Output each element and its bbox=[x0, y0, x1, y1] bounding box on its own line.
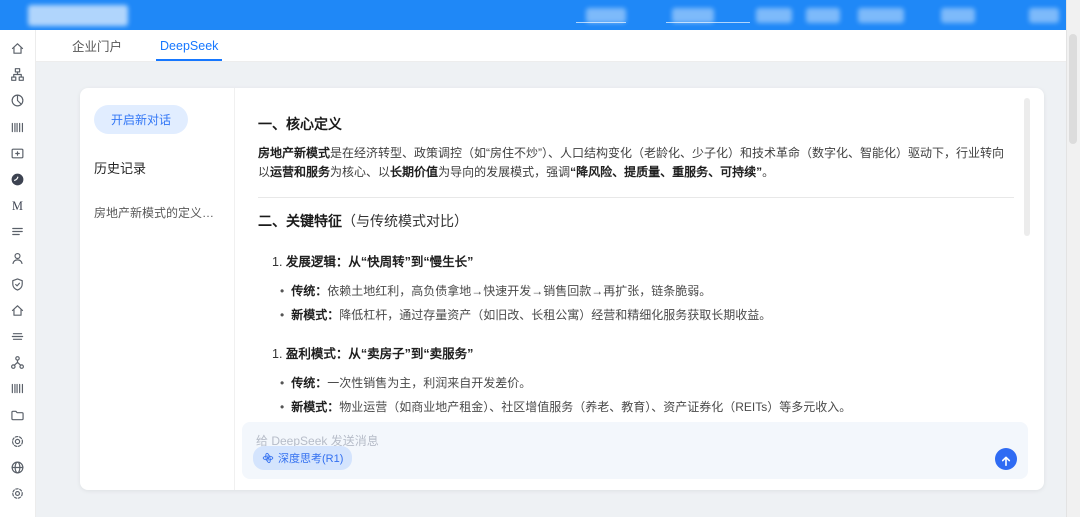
conversation-panel: 开启新对话 历史记录 房地产新模式的定义是什么 bbox=[80, 88, 235, 490]
layers-icon[interactable] bbox=[10, 329, 25, 344]
blurred-nav-item[interactable] bbox=[806, 8, 840, 23]
list-item-title: 1. 发展逻辑：从“快周转”到“慢生长” bbox=[272, 251, 1014, 270]
new-chat-button[interactable]: 开启新对话 bbox=[94, 105, 188, 134]
blurred-nav-item[interactable] bbox=[756, 8, 792, 23]
history-heading: 历史记录 bbox=[94, 158, 220, 177]
history-item[interactable]: 房地产新模式的定义是什么 bbox=[94, 204, 220, 221]
bullet-list: 传统：一次性销售为主，利润来自开发差价。新模式：物业运营（如商业地产租金）、社区… bbox=[280, 375, 1014, 415]
left-icon-rail: M bbox=[0, 30, 36, 517]
deep-think-icon bbox=[262, 452, 274, 464]
letter-m-icon[interactable]: M bbox=[10, 198, 25, 213]
badge-icon[interactable] bbox=[10, 434, 25, 449]
section-heading: 二、关键特征（与传统模式对比） bbox=[258, 211, 1014, 231]
blurred-nav-item[interactable] bbox=[586, 8, 626, 23]
list-item-title: 1. 盈利模式：从“卖房子”到“卖服务” bbox=[272, 343, 1014, 362]
blurred-nav-item[interactable] bbox=[1029, 8, 1059, 23]
logo-circle-icon[interactable] bbox=[10, 172, 25, 187]
folder-icon[interactable] bbox=[10, 408, 25, 423]
blurred-nav-item[interactable] bbox=[941, 8, 975, 23]
bullet-item: 传统：一次性销售为主，利润来自开发差价。 bbox=[280, 375, 1014, 391]
chat-scrollbar[interactable] bbox=[1024, 98, 1030, 236]
bullet-item: 传统：依赖土地红利，高负债拿地→快速开发→销售回款→再扩张，链条脆弱。 bbox=[280, 283, 1014, 299]
blurred-nav-item[interactable] bbox=[858, 8, 904, 23]
gear-icon[interactable] bbox=[10, 486, 25, 501]
tab-enterprise-portal[interactable]: 企业门户 bbox=[68, 30, 126, 61]
deep-think-label: 深度思考(R1) bbox=[278, 450, 343, 466]
section-heading: 一、核心定义 bbox=[258, 114, 1014, 134]
deepseek-chat-card: 开启新对话 历史记录 房地产新模式的定义是什么 一、核心定义房地产新模式是在经济… bbox=[80, 88, 1044, 490]
chat-area: 一、核心定义房地产新模式是在经济转型、政策调控（如“房住不炒”）、人口结构变化（… bbox=[236, 88, 1044, 490]
network-icon[interactable] bbox=[10, 355, 25, 370]
blurred-nav-item[interactable] bbox=[672, 8, 714, 23]
page-scrollbar[interactable] bbox=[1066, 0, 1080, 517]
svg-text:M: M bbox=[12, 199, 23, 213]
answer-paragraph: 房地产新模式是在经济转型、政策调控（如“房住不炒”）、人口结构变化（老龄化、少子… bbox=[258, 144, 1014, 182]
home-icon[interactable] bbox=[10, 41, 25, 56]
pie-chart-icon[interactable] bbox=[10, 93, 25, 108]
send-button[interactable] bbox=[995, 448, 1017, 470]
list-icon[interactable] bbox=[10, 224, 25, 239]
answer-content: 一、核心定义房地产新模式是在经济转型、政策调控（如“房住不炒”）、人口结构变化（… bbox=[258, 88, 1014, 422]
org-chart-icon[interactable] bbox=[10, 67, 25, 82]
barcode-icon[interactable] bbox=[10, 381, 25, 396]
bullet-list: 传统：依赖土地红利，高负债拿地→快速开发→销售回款→再扩张，链条脆弱。新模式：降… bbox=[280, 283, 1014, 323]
message-composer: 给 DeepSeek 发送消息 深度思考(R1) bbox=[242, 422, 1028, 479]
nav-underline bbox=[576, 22, 626, 23]
user-icon[interactable] bbox=[10, 251, 25, 266]
page-scrollbar-thumb[interactable] bbox=[1069, 34, 1077, 144]
top-bar bbox=[0, 0, 1080, 30]
section-divider bbox=[258, 197, 1014, 198]
nav-underline bbox=[666, 22, 750, 23]
barcode-icon[interactable] bbox=[10, 120, 25, 135]
deep-think-button[interactable]: 深度思考(R1) bbox=[253, 446, 352, 470]
bullet-item: 新模式：物业运营（如商业地产租金）、社区增值服务（养老、教育）、资产证券化（RE… bbox=[280, 399, 1014, 415]
bullet-item: 新模式：降低杠杆，通过存量资产（如旧改、长租公寓）经营和精细化服务获取长期收益。 bbox=[280, 307, 1014, 323]
house-icon[interactable] bbox=[10, 303, 25, 318]
globe-icon[interactable] bbox=[10, 460, 25, 475]
tab-deepseek[interactable]: DeepSeek bbox=[156, 30, 222, 61]
shield-icon[interactable] bbox=[10, 277, 25, 292]
tab-bar: 企业门户 DeepSeek bbox=[36, 30, 1067, 62]
app-logo bbox=[28, 5, 128, 26]
media-folder-icon[interactable] bbox=[10, 146, 25, 161]
history-list: 房地产新模式的定义是什么 bbox=[94, 204, 220, 221]
arrow-up-icon bbox=[999, 454, 1013, 468]
